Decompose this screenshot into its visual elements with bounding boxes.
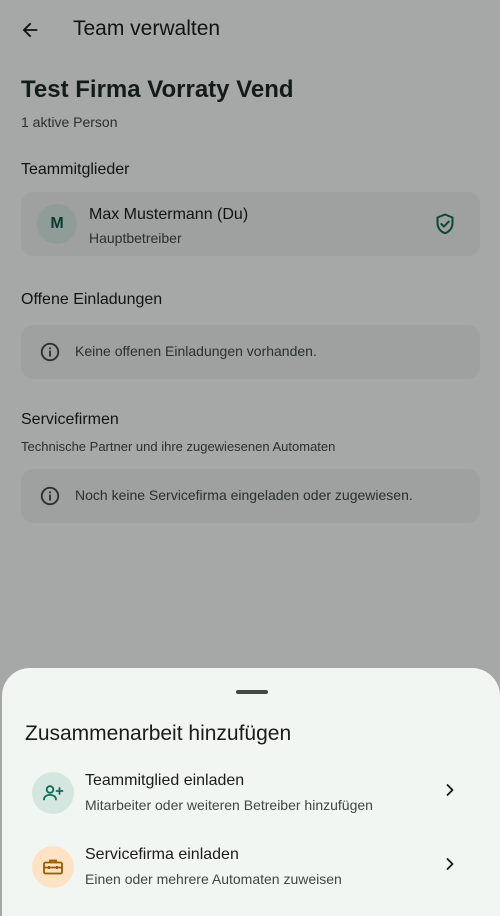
bottom-sheet: Zusammenarbeit hinzufügen Teammitglied e… bbox=[2, 668, 500, 916]
opt-icon-wrapper bbox=[32, 772, 74, 814]
toolbox-icon bbox=[43, 859, 63, 875]
sheet-title: Zusammenarbeit hinzufügen bbox=[25, 722, 292, 745]
invite-service-company-option[interactable]: Servicefirma einladen Einen oder mehrere… bbox=[2, 832, 500, 904]
option-title: Servicefirma einladen bbox=[85, 846, 239, 863]
option-title: Teammitglied einladen bbox=[85, 772, 245, 789]
option-subtitle: Mitarbeiter oder weiteren Betreiber hinz… bbox=[85, 797, 373, 813]
opt-icon-wrapper bbox=[32, 846, 74, 888]
option-subtitle: Einen oder mehrere Automaten zuweisen bbox=[85, 871, 342, 887]
person-add-icon bbox=[43, 785, 64, 801]
chevron-right-icon bbox=[446, 858, 454, 870]
invite-team-member-option[interactable]: Teammitglied einladen Mitarbeiter oder w… bbox=[2, 758, 500, 830]
chevron-right-icon bbox=[446, 784, 454, 796]
drag-handle[interactable] bbox=[236, 690, 268, 694]
